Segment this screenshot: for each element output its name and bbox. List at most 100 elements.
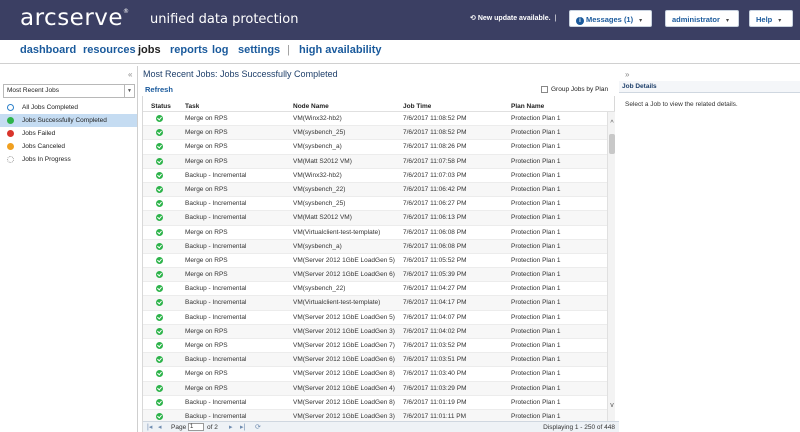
chevron-down-icon: ▼: [124, 85, 134, 97]
column-task[interactable]: Task: [185, 103, 199, 110]
table-row[interactable]: Merge on RPS VM(Server 2012 1GbE LoadGen …: [143, 268, 607, 283]
cell-job-time: 7/6/2017 11:06:08 PM: [403, 228, 467, 236]
job-details-title: Job Details: [619, 81, 800, 93]
success-icon: [156, 271, 163, 279]
page-input[interactable]: 1: [188, 423, 204, 431]
table-row[interactable]: Merge on RPS VM(Server 2012 1GbE LoadGen …: [143, 324, 607, 339]
first-page-icon[interactable]: |◂: [147, 423, 152, 431]
column-job-time[interactable]: Job Time: [403, 103, 431, 110]
user-menu-button[interactable]: administrator ▾: [665, 10, 739, 27]
table-row[interactable]: Backup - Incremental VM(Matt S2012 VM) 7/6…: [143, 211, 607, 226]
info-icon: i: [576, 17, 584, 25]
nav-separator: |: [287, 44, 290, 56]
table-row[interactable]: Merge on RPS VM(Server 2012 1GbE LoadGen …: [143, 254, 607, 269]
success-icon: [156, 412, 163, 420]
table-row[interactable]: Backup - Incremental VM(Server 2012 1GbE …: [143, 311, 607, 325]
reload-icon[interactable]: ⟳: [255, 423, 261, 431]
expand-right-icon[interactable]: »: [625, 70, 629, 79]
table-row[interactable]: Backup - Incremental VM(sysbench_25) 7/6/2…: [143, 197, 607, 212]
table-row[interactable]: Merge on RPS VM(Server 2012 1GbE LoadGen …: [143, 381, 607, 396]
table-row[interactable]: Backup - Incremental VM(sysbench_a) 7/6/20…: [143, 239, 607, 254]
cell-node-name: VM(Server 2012 1GbE LoadGen 8): [293, 370, 395, 378]
page-title: Most Recent Jobs: Jobs Successfully Comp…: [143, 69, 338, 79]
column-node-name[interactable]: Node Name: [293, 103, 329, 110]
cell-plan-name: Protection Plan 1: [511, 256, 561, 264]
help-button[interactable]: Help ▾: [749, 10, 793, 27]
cell-node-name: VM(Winx32-hb2): [293, 171, 342, 179]
table-row[interactable]: Backup - Incremental VM(sysbench_22) 7/6/2…: [143, 282, 607, 297]
cell-node-name: VM(Server 2012 1GbE LoadGen 5): [293, 256, 395, 264]
table-row[interactable]: Merge on RPS VM(sysbench_a) 7/6/2017 11:08…: [143, 140, 607, 155]
table-row[interactable]: Merge on RPS VM(Virtualclient-test-templa…: [143, 226, 607, 240]
nav-settings[interactable]: settings: [238, 44, 280, 56]
success-icon: [156, 242, 163, 250]
cell-job-time: 7/6/2017 11:05:39 PM: [403, 271, 467, 279]
table-scrollbar[interactable]: ^ v: [607, 112, 615, 422]
filter-item[interactable]: Jobs Failed: [0, 127, 137, 140]
group-by-plan-checkbox[interactable]: Group Jobs by Plan: [541, 86, 608, 93]
nav-dashboard[interactable]: dashboard: [20, 44, 76, 56]
cell-task: Backup - Incremental: [185, 285, 247, 293]
success-icon: [156, 384, 163, 392]
update-text: New update available.: [477, 15, 551, 22]
refresh-button[interactable]: Refresh: [145, 85, 173, 94]
last-page-icon[interactable]: ▸|: [240, 423, 245, 431]
cell-task: Backup - Incremental: [185, 398, 247, 406]
cell-node-name: VM(Server 2012 1GbE LoadGen 3): [293, 412, 395, 420]
nav-jobs[interactable]: jobs: [138, 44, 161, 56]
table-row[interactable]: Merge on RPS VM(Server 2012 1GbE LoadGen …: [143, 339, 607, 354]
prev-page-icon[interactable]: ◂: [158, 423, 162, 431]
next-page-icon[interactable]: ▸: [229, 423, 233, 431]
table-row[interactable]: Merge on RPS VM(sysbench_22) 7/6/2017 11:0…: [143, 182, 607, 198]
table-row[interactable]: Merge on RPS VM(Matt S2012 VM) 7/6/2017 11…: [143, 154, 607, 169]
messages-button[interactable]: i Messages (1) ▾: [569, 10, 652, 27]
nav-high-availability[interactable]: high availability: [299, 44, 382, 56]
cell-plan-name: Protection Plan 1: [511, 370, 561, 378]
nav-reports[interactable]: reports: [170, 44, 208, 56]
table-row[interactable]: Merge on RPS VM(Server 2012 1GbE LoadGen …: [143, 367, 607, 382]
messages-label: Messages (1): [586, 15, 634, 24]
column-status[interactable]: Status: [151, 103, 171, 110]
success-icon: [156, 143, 163, 151]
error-icon: [7, 130, 14, 137]
table-row[interactable]: Merge on RPS VM(sysbench_25) 7/6/2017 11:0…: [143, 126, 607, 141]
cell-job-time: 7/6/2017 11:04:07 PM: [403, 313, 467, 321]
cell-plan-name: Protection Plan 1: [511, 285, 561, 293]
cell-plan-name: Protection Plan 1: [511, 200, 561, 208]
filter-item[interactable]: Jobs Successfully Completed: [0, 114, 137, 127]
collapse-left-icon[interactable]: «: [128, 70, 132, 79]
cell-node-name: VM(Server 2012 1GbE LoadGen 5): [293, 313, 395, 321]
table-row[interactable]: Backup - Incremental VM(Virtualclient-tes…: [143, 296, 607, 311]
column-plan-name[interactable]: Plan Name: [511, 103, 544, 110]
warning-icon: [7, 143, 14, 150]
cell-node-name: VM(Winx32-hb2): [293, 115, 342, 122]
filter-item[interactable]: All Jobs Completed: [0, 101, 137, 114]
filter-item[interactable]: Jobs Canceled: [0, 140, 137, 153]
success-icon: [156, 200, 163, 208]
cell-task: Merge on RPS: [185, 370, 228, 378]
cell-job-time: 7/6/2017 11:06:27 PM: [403, 200, 467, 208]
scroll-thumb[interactable]: [609, 134, 615, 154]
arcserve-logo[interactable]: arcserve®: [20, 5, 130, 31]
table-row[interactable]: Backup - Incremental VM(Server 2012 1GbE …: [143, 396, 607, 410]
cell-node-name: VM(sysbench_22): [293, 185, 346, 193]
cell-plan-name: Protection Plan 1: [511, 129, 561, 137]
scroll-down-icon[interactable]: v: [608, 402, 616, 409]
page-count: of 2: [207, 424, 218, 431]
cell-job-time: 7/6/2017 11:05:52 PM: [403, 256, 467, 264]
job-scope-dropdown[interactable]: Most Recent Jobs ▼: [3, 84, 135, 98]
nav-log[interactable]: log: [212, 44, 229, 56]
success-icon: [156, 342, 163, 349]
cell-plan-name: Protection Plan 1: [511, 214, 561, 222]
scroll-up-icon[interactable]: ^: [608, 120, 616, 127]
table-row[interactable]: Merge on RPS VM(Winx32-hb2) 7/6/2017 11:08…: [143, 112, 607, 127]
cell-plan-name: Protection Plan 1: [511, 356, 561, 364]
success-icon: [156, 398, 163, 406]
cell-plan-name: Protection Plan 1: [511, 228, 561, 236]
update-notice[interactable]: ⟲ New update available. |: [470, 14, 556, 22]
filter-item[interactable]: Jobs In Progress: [0, 153, 137, 166]
table-row[interactable]: Backup - Incremental VM(Server 2012 1GbE …: [143, 353, 607, 368]
table-row[interactable]: Backup - Incremental VM(Winx32-hb2) 7/6/20…: [143, 169, 607, 183]
nav-resources[interactable]: resources: [83, 44, 136, 56]
checkbox-icon[interactable]: [541, 86, 548, 93]
